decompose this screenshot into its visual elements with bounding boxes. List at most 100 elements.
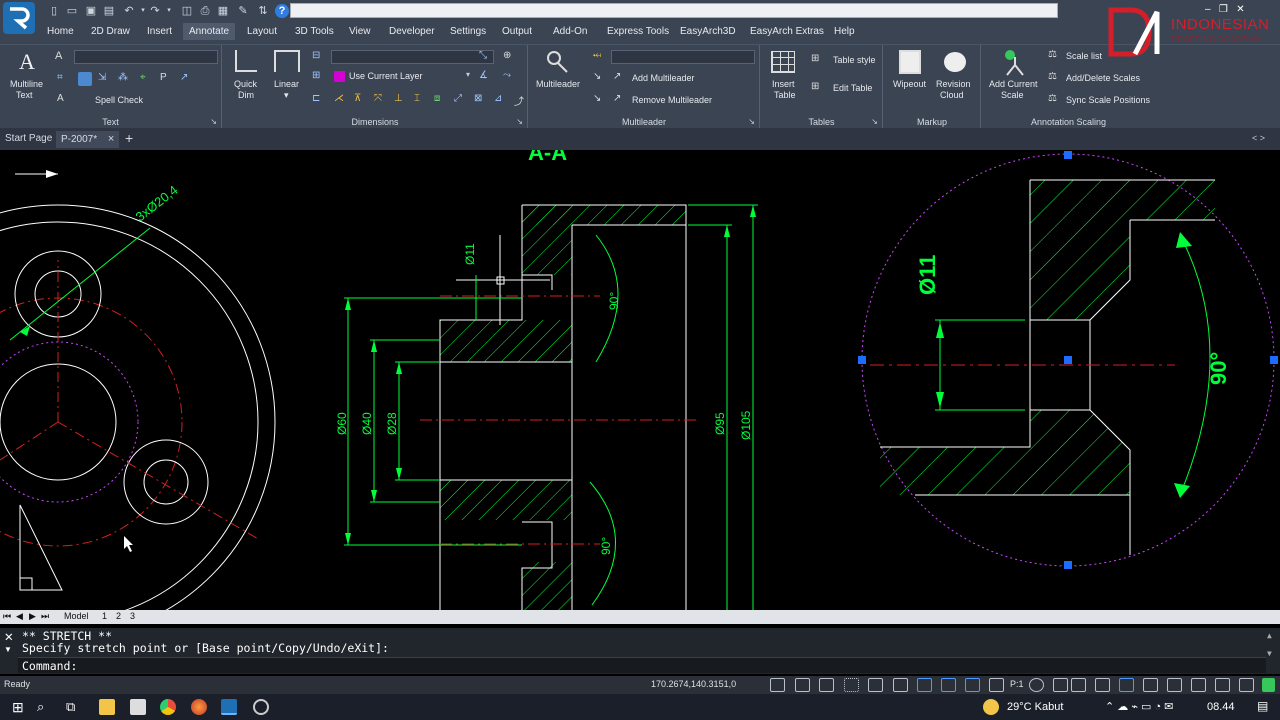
dim-d95[interactable]: Ø95 [713, 412, 727, 435]
clock-time[interactable]: 08.44 [1207, 701, 1235, 713]
revision-cloud-label2[interactable]: Cloud [940, 90, 964, 100]
dim-space-icon[interactable]: ⊿ [494, 93, 508, 107]
command-scroll-icon[interactable]: ▲ ▼ [1267, 631, 1272, 658]
sync-scale-positions-label[interactable]: Sync Scale Positions [1066, 95, 1150, 105]
menu-help[interactable]: Help [834, 26, 855, 37]
dim-layer-dropdown-icon[interactable]: ▾ [466, 70, 480, 84]
coordinates-readout[interactable]: 170.2674,140.3151,0 [651, 679, 736, 689]
store-icon[interactable] [130, 699, 146, 715]
dim-inspect-icon[interactable]: ⧈ [434, 93, 448, 107]
remove-multileader-arrow-icon[interactable]: ↗ [613, 93, 627, 107]
drawing-canvas[interactable]: 3xØ20,4 A-A Ø11 90° 90° Ø60 Ø40 Ø28 Ø95 … [0, 150, 1280, 610]
add-current-scale-label2[interactable]: Scale [1001, 90, 1024, 100]
dim-arc-icon[interactable]: ⤳ [503, 70, 517, 84]
layout-nav-first-icon[interactable]: ⏮ [3, 611, 11, 622]
quick-dim-icon[interactable] [235, 50, 257, 72]
windows-start-icon[interactable]: ⊞ [12, 699, 28, 715]
save-icon[interactable]: ▣ [84, 4, 98, 18]
insert-table-icon[interactable] [771, 51, 795, 73]
front-view[interactable] [0, 204, 276, 610]
linear-dim-icon[interactable] [274, 50, 300, 72]
layout-tab-2[interactable]: 2 [116, 611, 121, 621]
linear-dim-dropdown-icon[interactable]: ▾ [284, 90, 289, 101]
esnap-icon[interactable] [941, 678, 956, 692]
ok-status-icon[interactable] [1262, 678, 1275, 692]
revision-cloud-label[interactable]: Revision [936, 79, 971, 89]
lock-icon[interactable] [770, 678, 785, 692]
menu-2d-draw[interactable]: 2D Draw [91, 26, 130, 37]
polar-icon[interactable] [917, 678, 932, 692]
ortho-icon[interactable] [893, 678, 908, 692]
app-icon[interactable] [253, 699, 269, 715]
multileader-icon[interactable] [545, 50, 568, 73]
dim-tedit-icon[interactable]: ⊥ [394, 93, 408, 107]
new-tab-icon[interactable]: + [120, 128, 138, 146]
menu-insert[interactable]: Insert [147, 26, 172, 37]
clean-screen-icon[interactable] [1119, 678, 1134, 692]
menu-developer[interactable]: Developer [389, 26, 435, 37]
dim-90-top[interactable]: 90° [607, 292, 621, 310]
layout-nav-next-icon[interactable]: ▶ [29, 611, 36, 622]
menu-easyarch3d[interactable]: EasyArch3D [680, 26, 736, 37]
text-style-icon[interactable]: A [55, 50, 69, 64]
display-icon[interactable] [1071, 678, 1086, 692]
menu-icon[interactable] [1239, 678, 1254, 692]
add-current-scale-label[interactable]: Add Current [989, 79, 1038, 89]
save-as-icon[interactable]: ▤ [102, 4, 116, 18]
dim-d40[interactable]: Ø40 [360, 412, 374, 435]
multiline-text-icon[interactable]: A [19, 49, 35, 75]
dim-hole-pattern[interactable]: 3xØ20,4 [133, 182, 181, 224]
sync-scale-positions-icon[interactable]: ⚖ [1048, 93, 1062, 107]
dim-style-icon[interactable]: ⊟ [312, 50, 326, 64]
file-explorer-icon[interactable] [99, 699, 115, 715]
window-controls[interactable]: – ❐ ✕ [1205, 4, 1245, 15]
add-multileader-icon[interactable]: ↘ [593, 71, 607, 85]
insert-table-label2[interactable]: Table [774, 90, 796, 100]
menu-settings[interactable]: Settings [450, 26, 486, 37]
spell-check-label[interactable]: Spell Check [95, 95, 143, 105]
notifications-icon[interactable]: ▤ [1257, 699, 1268, 713]
add-delete-scales-label[interactable]: Add/Delete Scales [1066, 73, 1140, 83]
edit-table-label[interactable]: Edit Table [833, 83, 872, 93]
section-label[interactable]: A-A [528, 150, 567, 165]
linear-dim-label[interactable]: Linear [274, 79, 299, 89]
wipeout-icon[interactable] [899, 50, 921, 74]
multileader-label[interactable]: Multileader [536, 79, 580, 89]
undo-icon[interactable]: ↶ [122, 4, 136, 18]
layout-nav-last-icon[interactable]: ⏭ [41, 611, 49, 622]
chrome-icon[interactable] [160, 699, 176, 715]
insert-table-label[interactable]: Insert [772, 79, 795, 89]
model-space-icon[interactable] [795, 678, 810, 692]
task-view-icon[interactable]: ⧉ [66, 699, 82, 715]
text-find-replace-icon[interactable]: ↗ [180, 72, 194, 86]
dim-break-icon[interactable]: ⋌ [334, 93, 348, 107]
help-icon[interactable]: ? [275, 4, 289, 18]
dim-style-dropdown[interactable] [331, 50, 494, 64]
command-history-icon[interactable]: ▼ [4, 645, 12, 654]
dim-layer-dropdown[interactable]: Use Current Layer [331, 70, 473, 84]
scale-list-icon[interactable]: ⚖ [1048, 49, 1062, 63]
add-current-scale-icon[interactable] [1002, 49, 1026, 76]
menu-home[interactable]: Home [47, 26, 74, 37]
search-icon[interactable]: ⌕ [37, 699, 53, 715]
tab-scroll-controls[interactable]: < > [1252, 133, 1265, 143]
workspace-icon[interactable]: ◫ [180, 4, 194, 18]
print-icon[interactable]: ⎙ [198, 4, 212, 18]
multileader-panel-launcher-icon[interactable]: ↘ [748, 117, 755, 126]
revision-cloud-icon[interactable] [944, 52, 966, 72]
multileader-style-icon[interactable]: ⤟ [593, 50, 607, 64]
spell-check-icon[interactable]: A [57, 93, 71, 107]
menu-3d-tools[interactable]: 3D Tools [295, 26, 334, 37]
remove-multileader-label[interactable]: Remove Multileader [632, 95, 712, 105]
dim-more-icon[interactable]: ⤴ [514, 93, 528, 108]
weather-text[interactable]: 29°C Kabut [1007, 701, 1063, 713]
firefox-icon[interactable] [191, 699, 207, 715]
text-edit-icon[interactable]: P [160, 72, 174, 86]
scale-list-label[interactable]: Scale list [1066, 51, 1102, 61]
text-scale-icon[interactable]: ⇲ [98, 72, 112, 86]
close-tab-icon[interactable]: × [108, 133, 114, 145]
settings-gear-icon[interactable] [1029, 678, 1044, 692]
dim-jog-icon[interactable]: ⊼ [354, 93, 368, 107]
layout-tab-3[interactable]: 3 [130, 611, 135, 621]
add-delete-scales-icon[interactable]: ⚖ [1048, 71, 1062, 85]
